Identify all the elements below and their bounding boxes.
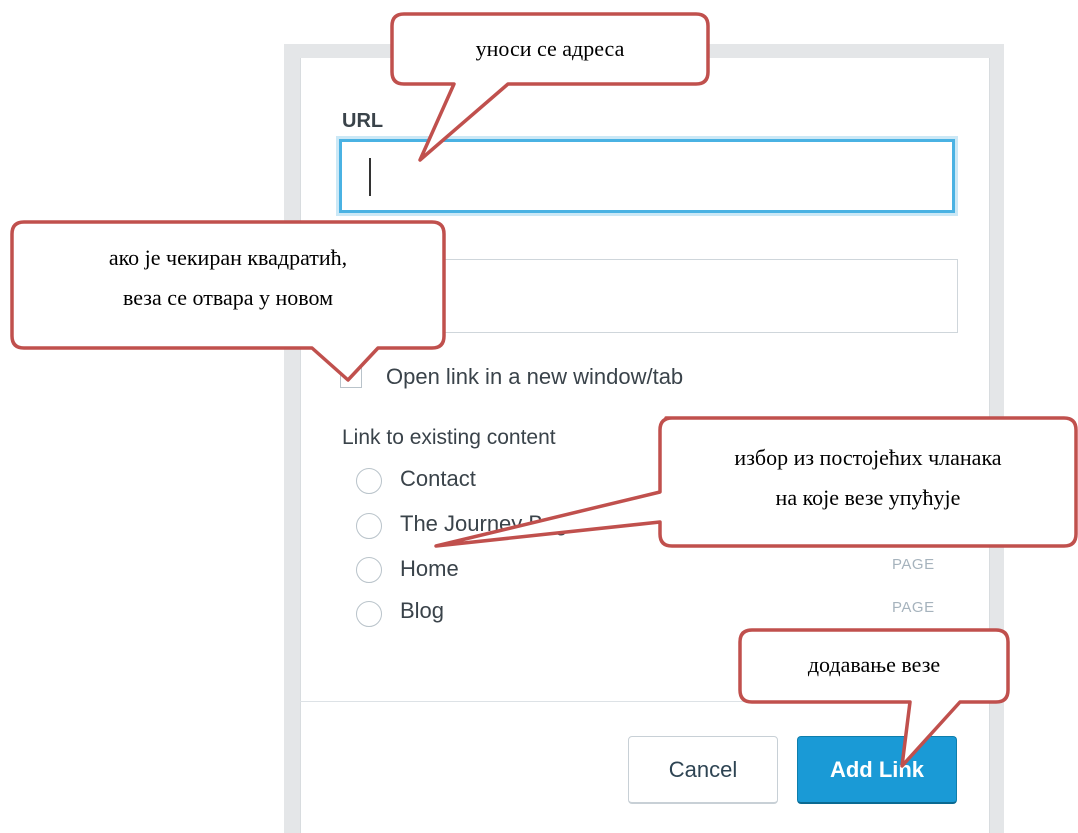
cancel-button[interactable]: Cancel (628, 736, 778, 804)
callout-url-text: уноси се адреса (475, 36, 625, 61)
callout-checkbox-line1: ако је чекиран квадратић, (108, 245, 348, 270)
option-label-home[interactable]: Home (400, 556, 459, 582)
option-label-the-journey-begins[interactable]: The Journey Begins (400, 511, 596, 537)
url-label: URL (342, 110, 384, 132)
new-window-checkbox[interactable] (340, 366, 362, 388)
callout-checkbox-line2: веза се отвара у новом (122, 285, 333, 310)
callout-existing-line1: избор из постојећих чланака (734, 445, 1002, 470)
text-caret (369, 158, 371, 196)
callout-existing-line2: на које везе упућује (775, 485, 961, 510)
radio-home[interactable] (356, 557, 382, 583)
radio-blog[interactable] (356, 601, 382, 627)
option-type-blog: PAGE (892, 599, 935, 616)
new-window-label: Open link in a new window/tab (386, 364, 684, 389)
radio-contact[interactable] (356, 468, 382, 494)
option-label-blog[interactable]: Blog (400, 598, 444, 624)
radio-the-journey-begins[interactable] (356, 513, 382, 539)
footer-divider (300, 701, 988, 702)
option-label-contact[interactable]: Contact (400, 466, 476, 492)
url-input[interactable] (339, 139, 955, 213)
callout-add-text: додавање везе (807, 652, 941, 677)
add-link-button[interactable]: Add Link (797, 736, 957, 804)
existing-content-heading: Link to existing content (342, 426, 556, 449)
option-type-home: PAGE (892, 556, 935, 573)
